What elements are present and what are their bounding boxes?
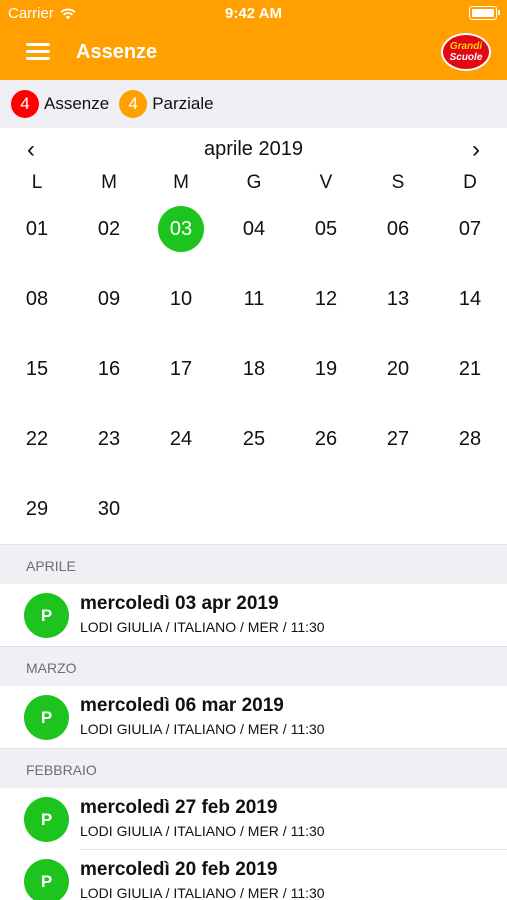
absence-date: mercoledì 20 feb 2019 [80,859,278,880]
calendar-day[interactable]: 07 [447,206,493,252]
page-title: Assenze [76,41,158,63]
calendar-day[interactable]: 25 [231,416,277,462]
absence-date: mercoledì 03 apr 2019 [80,593,279,614]
absence-list: APRILE Pmercoledì 03 apr 2019 LODI GIULIA … [0,544,507,900]
absence-detail: LODI GIULIA / ITALIANO / MER / 11:30 [80,885,325,900]
presence-badge: P [24,593,69,638]
calendar-day[interactable]: 02 [86,206,132,252]
calendar-day[interactable]: 08 [14,276,60,322]
absence-list-item[interactable]: Pmercoledì 27 feb 2019 LODI GIULIA / ITAL… [0,788,507,850]
absence-list-item[interactable]: Pmercoledì 03 apr 2019 LODI GIULIA / ITAL… [0,584,507,646]
absence-detail: LODI GIULIA / ITALIANO / MER / 11:30 [80,823,325,839]
weekday-label: M [101,172,117,193]
calendar-day[interactable]: 17 [158,346,204,392]
status-time: 9:42 AM [225,5,282,22]
calendar-day[interactable]: 19 [303,346,349,392]
weekday-label: V [319,172,333,193]
calendar-day[interactable]: 13 [375,276,421,322]
calendar-month-label: aprile 2019 [204,138,303,160]
calendar-day[interactable]: 11 [231,276,277,322]
logo-line-2: Scuole [449,52,483,63]
summary-partial: 4 Parziale [119,90,214,118]
partial-count-badge: 4 [119,90,148,118]
weekday-label: M [173,172,189,193]
battery-icon [469,6,500,20]
calendar-day[interactable]: 24 [158,416,204,462]
calendar-day[interactable]: 06 [375,206,421,252]
calendar-day[interactable]: 14 [447,276,493,322]
app-bar: Carrier 9:42 AM Assenze Grandi Scuole [0,0,507,80]
absences-label: Assenze [44,94,110,113]
absence-list-item[interactable]: Pmercoledì 06 mar 2019 LODI GIULIA / ITAL… [0,686,507,748]
calendar-day[interactable]: 23 [86,416,132,462]
weekday-label: S [391,172,405,193]
calendar-header: ‹ aprile 2019 › [0,136,507,164]
presence-badge: P [24,859,69,900]
grandi-scuole-logo: Grandi Scuole [441,33,491,71]
absence-date: mercoledì 06 mar 2019 [80,695,284,716]
calendar-day[interactable]: 27 [375,416,421,462]
presence-badge: P [24,797,69,842]
calendar-day[interactable]: 30 [86,486,132,532]
absence-detail: LODI GIULIA / ITALIANO / MER / 11:30 [80,721,325,737]
calendar-day[interactable]: 28 [447,416,493,462]
section-header: FEBBRAIO [0,748,507,788]
calendar-day[interactable]: 04 [231,206,277,252]
logo-line-1: Grandi [449,41,483,52]
hamburger-menu-icon[interactable] [26,41,52,61]
calendar-day[interactable]: 18 [231,346,277,392]
weekday-label: G [246,172,262,193]
absence-date: mercoledì 27 feb 2019 [80,797,278,818]
weekday-label: L [31,172,43,193]
absence-summary: 4 Assenze 4 Parziale [0,80,507,128]
calendar-day-selected[interactable]: 03 [158,206,204,252]
calendar-day[interactable]: 16 [86,346,132,392]
calendar-day[interactable]: 09 [86,276,132,322]
calendar-day[interactable]: 10 [158,276,204,322]
calendar: ‹ aprile 2019 › L M M G V S D 01 02 03 04 05 06 07 08 0… [0,128,507,544]
calendar-day[interactable]: 26 [303,416,349,462]
calendar-day[interactable]: 15 [14,346,60,392]
calendar-day[interactable]: 01 [14,206,60,252]
absence-detail: LODI GIULIA / ITALIANO / MER / 11:30 [80,619,325,635]
section-header: APRILE [0,544,507,584]
calendar-day[interactable]: 29 [14,486,60,532]
summary-absences: 4 Assenze [11,90,109,118]
calendar-day[interactable]: 05 [303,206,349,252]
absence-list-item[interactable]: Pmercoledì 20 feb 2019 LODI GIULIA / ITAL… [0,850,507,900]
partial-label: Parziale [152,94,214,113]
next-month-chevron-icon[interactable]: › [461,136,491,164]
calendar-day[interactable]: 20 [375,346,421,392]
calendar-day[interactable]: 12 [303,276,349,322]
calendar-day[interactable]: 21 [447,346,493,392]
calendar-day[interactable]: 22 [14,416,60,462]
section-header: MARZO [0,646,507,686]
weekday-label: D [463,172,477,193]
status-bar: Carrier 9:42 AM [0,0,507,28]
absences-count-badge: 4 [11,90,39,118]
presence-badge: P [24,695,69,740]
